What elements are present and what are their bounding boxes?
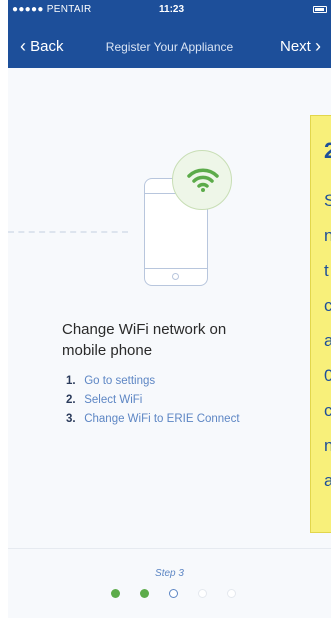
content-panel: Change WiFi network on mobile phone 1. G… <box>8 68 331 618</box>
home-button-icon <box>172 273 179 280</box>
footer-divider <box>8 548 331 549</box>
step-text: Change WiFi to ERIE Connect <box>84 413 240 425</box>
step-indicator-label: Step 3 <box>155 568 184 579</box>
progress-dots <box>111 589 251 601</box>
overlay-note: 2 S n t c a 0 c n a <box>310 115 331 533</box>
chevron-right-icon: › <box>315 36 321 56</box>
navigation-bar: ‹ Back Register Your Appliance Next › <box>8 20 331 68</box>
step-number: 1. <box>66 375 76 387</box>
progress-dot <box>198 589 207 598</box>
status-time: 11:23 <box>159 4 185 15</box>
step-item: 3. Change WiFi to ERIE Connect <box>66 413 240 432</box>
step-item: 2. Select WiFi <box>66 394 240 413</box>
step-text: Select WiFi <box>84 394 143 406</box>
progress-dot <box>111 589 120 598</box>
note-line: n <box>324 428 331 463</box>
instruction-heading: Change WiFi network on mobile phone <box>62 321 227 359</box>
left-edge <box>0 0 8 618</box>
step-item: 1. Go to settings <box>66 375 240 394</box>
note-line: c <box>324 393 331 428</box>
step-number: 2. <box>66 394 76 406</box>
note-line: a <box>324 323 331 358</box>
note-line: 0 <box>324 358 331 393</box>
next-button[interactable]: Next › <box>279 36 321 56</box>
battery-icon <box>313 6 327 13</box>
note-text: S n t c a 0 c n a <box>324 183 331 498</box>
note-line: c <box>324 288 331 323</box>
wifi-icon <box>172 150 232 210</box>
note-number: 2 <box>324 138 331 164</box>
progress-dot <box>169 589 178 598</box>
dashed-connector <box>8 231 128 233</box>
note-line: a <box>324 463 331 498</box>
carrier-label: ●●●●● PENTAIR <box>12 4 92 15</box>
top-bar: ●●●●● PENTAIR 11:23 ‹ Back Register Your… <box>8 0 331 68</box>
progress-dot <box>227 589 236 598</box>
step-text: Go to settings <box>84 375 156 387</box>
status-bar: ●●●●● PENTAIR 11:23 <box>8 0 331 20</box>
step-number: 3. <box>66 413 76 425</box>
instruction-steps: 1. Go to settings 2. Select WiFi 3. Chan… <box>66 375 240 432</box>
next-label: Next <box>279 38 311 55</box>
note-line: t <box>324 261 329 280</box>
note-line: S <box>324 183 331 218</box>
note-line: n <box>324 218 331 253</box>
progress-dot <box>140 589 149 598</box>
